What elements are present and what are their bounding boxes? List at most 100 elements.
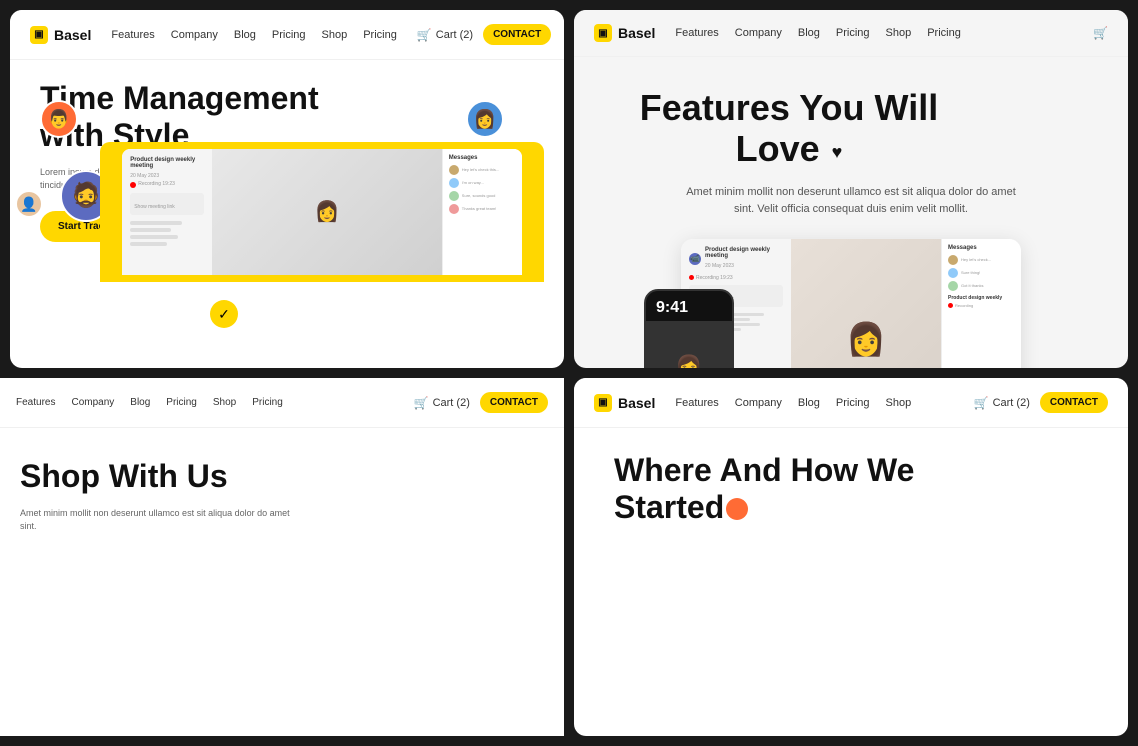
q1-hero: 👨 👩 👤 👩 ▶ ✓ 🧔 🧕 Time Management with Sty…: [10, 60, 564, 282]
orange-dot-icon: [726, 498, 748, 520]
q4-contact-button[interactable]: CONTACT: [1040, 392, 1108, 413]
q2-cart-wrap[interactable]: 🛒: [1093, 26, 1108, 40]
q3-nav-blog[interactable]: Blog: [130, 397, 150, 408]
tablet-video: 👩: [791, 239, 941, 368]
avatar-2: 👩: [466, 100, 504, 138]
q3-title: Shop With Us: [20, 458, 544, 495]
q4-panel: ▣ Basel Features Company Blog Pricing Sh…: [574, 378, 1128, 736]
cart-label: Cart (2): [436, 29, 473, 41]
q2-title: Features You Will Love ♥: [614, 87, 964, 170]
q3-cart-label: Cart (2): [433, 397, 470, 409]
q2-nav-features[interactable]: Features: [675, 27, 718, 39]
q4-nav-links: Features Company Blog Pricing Shop: [675, 397, 953, 409]
avatar-1: 👨: [40, 100, 78, 138]
q4-nav-shop[interactable]: Shop: [886, 397, 912, 409]
q2-logo[interactable]: ▣ Basel: [594, 24, 655, 42]
q4-logo[interactable]: ▣ Basel: [594, 394, 655, 412]
q4-title: Where And How We Started: [614, 452, 934, 526]
tablet-msg-1: Hey let's check...: [948, 255, 1015, 265]
q4-cart-icon: 🛒: [974, 396, 989, 410]
q3-nav-links: Features Company Blog Pricing Shop Prici…: [16, 397, 400, 408]
q1-nav-right: 🛒 Cart (2) CONTACT: [417, 24, 551, 45]
contact-button[interactable]: CONTACT: [483, 24, 551, 45]
messages-title: Messages: [449, 155, 516, 161]
q4-nav-right: 🛒 Cart (2) CONTACT: [974, 392, 1108, 413]
q3-nav-right: 🛒 Cart (2) CONTACT: [414, 392, 548, 413]
q3-panel: Features Company Blog Pricing Shop Prici…: [0, 378, 564, 736]
q4-nav-pricing[interactable]: Pricing: [836, 397, 870, 409]
mock-date: 20 May 2023: [130, 173, 204, 179]
q3-nav-shop[interactable]: Shop: [213, 397, 236, 408]
q2-logo-text: Basel: [618, 25, 655, 41]
q2-nav-company[interactable]: Company: [735, 27, 782, 39]
msg-item-1: Hey let's check this...: [449, 165, 516, 175]
q4-navbar: ▣ Basel Features Company Blog Pricing Sh…: [574, 378, 1128, 428]
nav-pricing[interactable]: Pricing: [272, 29, 306, 41]
msg-item-3: Sure, sounds good: [449, 191, 516, 201]
q3-cart-wrap[interactable]: 🛒 Cart (2): [414, 396, 470, 410]
q2-hero: Features You Will Love ♥ Amet minim moll…: [574, 57, 1128, 368]
tablet-msg-title: Messages: [948, 245, 1015, 251]
msg-text-4: Thanks great team!: [462, 206, 496, 211]
q2-nav-blog[interactable]: Blog: [798, 27, 820, 39]
mock-link: Show meeting link: [134, 204, 175, 210]
mock-inner: Product design weekly meeting 20 May 202…: [122, 149, 522, 275]
q2-nav-shop[interactable]: Shop: [886, 27, 912, 39]
mock-main-video: 👩: [212, 149, 442, 275]
q4-nav-company[interactable]: Company: [735, 397, 782, 409]
q2-logo-icon: ▣: [594, 24, 612, 42]
tablet-msg-2: Sure thing!: [948, 268, 1015, 278]
tablet-messages: Messages Hey let's check... Sure thing! …: [941, 239, 1021, 368]
q2-navbar: ▣ Basel Features Company Blog Pricing Sh…: [574, 10, 1128, 57]
q3-cart-icon: 🛒: [414, 396, 429, 410]
q3-nav-features[interactable]: Features: [16, 397, 55, 408]
msg-item-2: I'm on way...: [449, 178, 516, 188]
nav-shop[interactable]: Shop: [322, 29, 348, 41]
q3-description: Amet minim mollit non deserunt ullamco e…: [20, 507, 300, 534]
cart-icon: 🛒: [417, 28, 432, 42]
cart-wrap[interactable]: 🛒 Cart (2): [417, 28, 473, 42]
q2-nav-pricing[interactable]: Pricing: [836, 27, 870, 39]
q1-logo[interactable]: ▣ Basel: [30, 26, 91, 44]
q4-nav-features[interactable]: Features: [675, 397, 718, 409]
q4-cart-wrap[interactable]: 🛒 Cart (2): [974, 396, 1030, 410]
q3-nav-pricing2[interactable]: Pricing: [252, 397, 283, 408]
msg-text-3: Sure, sounds good: [462, 193, 496, 198]
q4-logo-icon: ▣: [594, 394, 612, 412]
q2-cart-icon: 🛒: [1093, 26, 1108, 40]
mock-recording: Recording 19:23: [138, 181, 175, 187]
q3-nav-company[interactable]: Company: [71, 397, 114, 408]
nav-blog[interactable]: Blog: [234, 29, 256, 41]
logo-icon: ▣: [30, 26, 48, 44]
q3-contact-button[interactable]: CONTACT: [480, 392, 548, 413]
nav-company[interactable]: Company: [171, 29, 218, 41]
q4-title-text: Where And How We Started: [614, 452, 914, 525]
q2-mock-wrapper: 📹 Product design weekly meeting 20 May 2…: [614, 239, 1088, 368]
q3-nav-pricing[interactable]: Pricing: [166, 397, 197, 408]
q4-nav-blog[interactable]: Blog: [798, 397, 820, 409]
mock-sidebar: Product design weekly meeting 20 May 202…: [122, 149, 212, 275]
q1-panel: ▣ Basel Features Company Blog Pricing Sh…: [10, 10, 564, 368]
mock-sidebar-title: Product design weekly meeting: [130, 157, 204, 169]
q2-panel: ▣ Basel Features Company Blog Pricing Sh…: [574, 10, 1128, 368]
q3-hero: Shop With Us Amet minim mollit non deser…: [0, 428, 564, 564]
phone-mock: 9:41 👩 👨 👩 👦: [644, 289, 734, 368]
q4-hero: Where And How We Started: [574, 428, 1128, 560]
q2-nav-pricing2[interactable]: Pricing: [927, 27, 961, 39]
q4-logo-text: Basel: [618, 395, 655, 411]
q4-cart-label: Cart (2): [993, 397, 1030, 409]
msg-text-1: Hey let's check this...: [462, 167, 499, 172]
tablet-date: 20 May 2023: [705, 263, 783, 269]
video-feed: 👩: [212, 149, 442, 275]
nav-pricing2[interactable]: Pricing: [363, 29, 397, 41]
phone-time: 9:41: [646, 291, 732, 321]
q1-mock-screen: Product design weekly meeting 20 May 202…: [100, 142, 544, 282]
logo-text: Basel: [54, 27, 91, 43]
q2-title-text: Features You Will Love: [640, 87, 938, 169]
q2-description: Amet minim mollit non deserunt ullamco e…: [681, 184, 1021, 219]
tablet-msg-3: Got it thanks: [948, 281, 1015, 291]
q1-nav-links: Features Company Blog Pricing Shop Prici…: [111, 29, 396, 41]
nav-features[interactable]: Features: [111, 29, 154, 41]
msg-text-2: I'm on way...: [462, 180, 484, 185]
heart-icon: ♥: [832, 142, 843, 163]
